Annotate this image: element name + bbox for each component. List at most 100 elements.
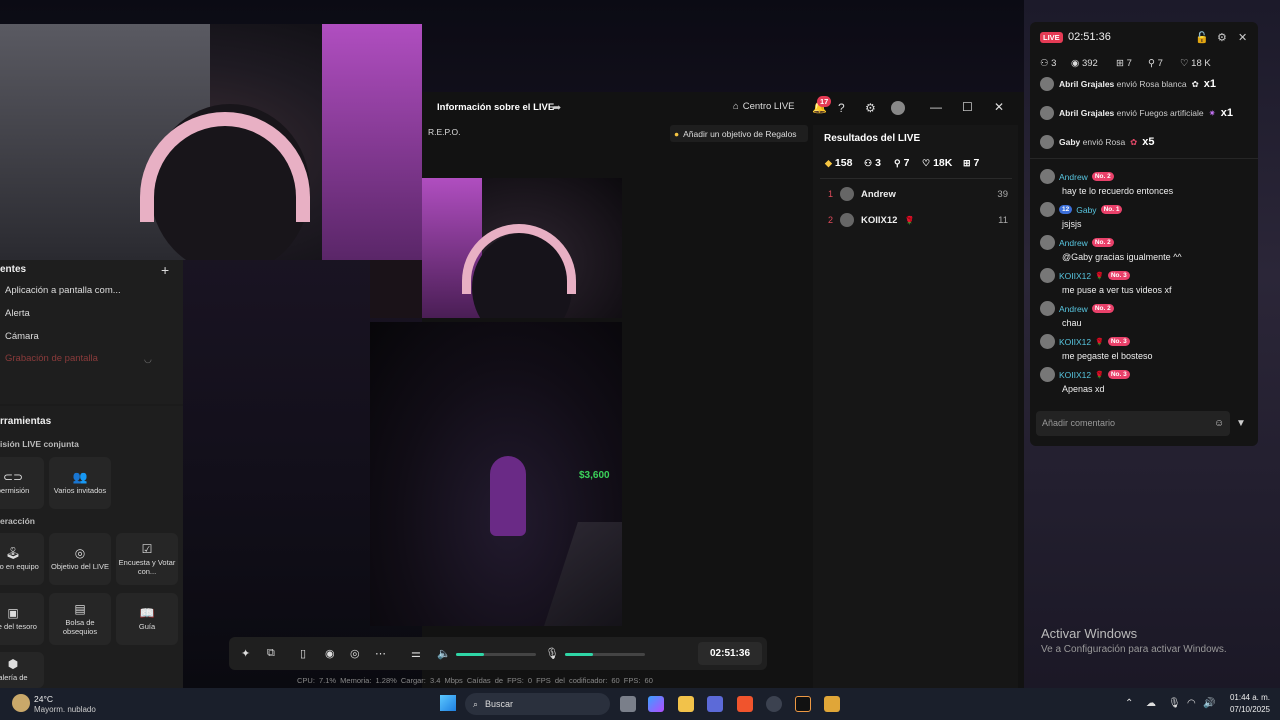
tool-live-goal[interactable]: ◎ Objetivo del LIVE [49,533,111,585]
gift-icon: ⊞ [1116,58,1124,69]
tool-poll[interactable]: ☑ Encuesta y Votar con... [116,533,178,585]
tools-title: rramientas [0,416,52,427]
clock-time[interactable]: 01:44 a. m. [1226,693,1270,702]
avatar [1040,301,1055,316]
fan-badge-icon: 🌹 [1095,338,1104,346]
chat-stat-gifts: ⊞ 7 [1116,58,1132,69]
microphone-icon[interactable]: 🎙 [1168,698,1181,709]
tool-treasure-chest[interactable]: ▣ ofre del tesoro [0,593,44,645]
rose-icon: ✿ [1130,136,1138,147]
chat-message[interactable]: Andrew No. 2 hay te lo recuerdo entonces [1040,169,1252,196]
fireworks-icon: ✷ [1208,107,1216,118]
tool-guide[interactable]: 📖 Guía [116,593,178,645]
emoji-icon[interactable]: ☺ [1214,418,1224,429]
ranking-row[interactable]: 1 Andrew 39 [828,187,1008,201]
follow-icon: ⚲ [1148,58,1155,69]
chat-message[interactable]: KOIIX12 🌹 No. 3 me pegaste el bosteso [1040,334,1252,361]
chat-message[interactable]: Andrew No. 2 chau [1040,301,1252,328]
ranking-row[interactable]: 2 KOIIX12 🌹 11 [828,213,1008,227]
gear-icon[interactable]: ⚙ [1217,31,1227,44]
help-icon[interactable]: ? [838,101,845,115]
chevron-up-icon[interactable]: ⌃ [1125,698,1133,709]
chat-stat-viewers: ⚇ 3 [1040,58,1057,69]
taskbar-search[interactable]: ⌕ Buscar [465,693,610,715]
stat-follows: ⚲ 7 [894,157,910,169]
portrait-icon[interactable]: ▯ [300,647,306,660]
wifi-icon[interactable]: ◠ [1187,698,1196,709]
add-gift-goal-button[interactable]: ● Añadir un objetivo de Regalos [670,125,808,142]
weather-temp[interactable]: 24°C [34,694,53,704]
share-icon[interactable]: ➦ [552,101,561,114]
chat-message[interactable]: Andrew No. 2 @Gaby gracias igualmente ^^ [1040,235,1252,262]
avatar [840,187,855,201]
microphone-icon[interactable]: 🎙 [545,647,559,660]
copilot-icon[interactable] [648,696,664,712]
preview-camera-layer[interactable] [422,178,622,318]
weather-description[interactable]: Mayorm. nublado [34,705,96,714]
chat-message[interactable]: KOIIX12 🌹 No. 3 me puse a ver tus videos x… [1040,268,1252,295]
minimize-icon[interactable]: — [930,100,942,114]
lock-icon[interactable]: 🔓 [1195,31,1209,44]
add-source-button[interactable]: + [161,262,169,278]
gift-icon: ⊞ [963,157,971,168]
heart-icon: ♡ [1180,58,1189,69]
mixer-icon[interactable]: ⚌ [411,647,421,660]
preview-cam-edge [370,260,422,318]
live-badge: LIVE [1040,32,1063,43]
source-item[interactable]: Cámara [5,331,39,342]
file-explorer-icon[interactable] [678,696,694,712]
brave-browser-icon[interactable] [737,696,753,712]
tool-permission[interactable]: ⊂⊃ permisión [0,457,44,509]
avatar[interactable] [891,101,905,115]
centro-live-button[interactable]: ⌂ Centro LIVE [733,101,795,112]
clock-date[interactable]: 07/10/2025 [1220,705,1270,714]
target-icon: ◎ [74,546,86,561]
tool-gift-bag[interactable]: ▤ Bolsa de obsequios [49,593,111,645]
source-item[interactable]: Grabación de pantalla [5,353,98,364]
game-money-overlay: $3,600 [579,470,610,481]
source-item[interactable]: Alerta [5,308,30,319]
avatar [1040,202,1055,217]
comment-input[interactable]: Añadir comentario [1036,411,1230,436]
filter-icon[interactable]: ▼ [1236,418,1246,429]
speaker-icon[interactable]: 🔈 [437,647,451,660]
chat-message[interactable]: 12 Gaby No. 1 jsjsjs [1040,202,1252,229]
divider [1030,158,1258,159]
speaker-icon[interactable]: 🔊 [1203,698,1215,709]
tool-gallery[interactable]: ⬢ alería de [0,652,44,688]
layers-icon[interactable]: ⧉ [267,647,275,660]
tool-team-game[interactable]: 🕹 uego en equipo [0,533,44,585]
heart-icon: ♡ [922,157,931,168]
notification-badge: 17 [817,96,832,107]
start-button[interactable] [440,695,456,711]
gift-notification: Abril Grajales envió Fuegos artificiale … [1040,106,1250,120]
magic-effects-icon[interactable]: ✦ [241,647,250,660]
camera-switch-icon[interactable]: ◎ [350,647,360,660]
gear-icon[interactable]: ⚙ [865,101,876,115]
tiktok-live-studio-icon[interactable] [795,696,811,712]
weather-icon[interactable] [12,694,30,712]
record-icon[interactable]: ◉ [325,647,335,660]
eye-hidden-icon[interactable]: ◡ [144,354,152,365]
close-icon[interactable]: ✕ [994,100,1004,114]
game-app-icon[interactable] [824,696,840,712]
stat-gifts: ⊞ 7 [963,157,980,169]
task-view-icon[interactable] [620,696,636,712]
live-timer: 02:51:36 [698,642,762,665]
more-icon[interactable]: ⋯ [375,647,386,660]
tool-multi-guest[interactable]: 👥 Varios invitados [49,457,111,509]
chat-stat-follows: ⚲ 7 [1148,58,1163,69]
mic-slider[interactable] [565,653,645,656]
close-icon[interactable]: ✕ [1238,31,1247,44]
cloud-icon[interactable]: ☁ [1146,698,1156,709]
avatar [1040,77,1054,91]
rose-icon: ✿ [1191,78,1199,89]
chat-message[interactable]: KOIIX12 🌹 No. 3 Apenas xd [1040,367,1252,394]
obs-icon[interactable] [766,696,782,712]
store-icon[interactable] [707,696,723,712]
performance-stats: CPU: 7.1% Memoria: 1.28% Cargar: 3.4 Mbp… [297,676,653,685]
maximize-icon[interactable]: ☐ [962,100,973,114]
volume-slider[interactable] [456,653,536,656]
game-tag[interactable]: R.E.P.O. [428,127,460,137]
source-item[interactable]: Aplicación a pantalla com... [5,285,121,296]
